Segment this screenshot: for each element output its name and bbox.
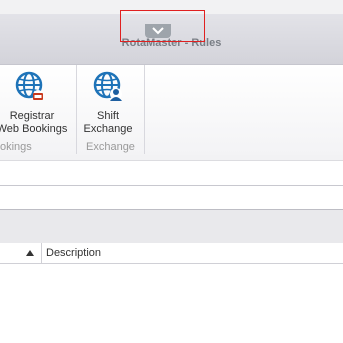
window-title: RotaMaster - Rules (121, 37, 222, 49)
chevron-down-icon (152, 27, 164, 35)
ribbon-collapse-button[interactable] (145, 24, 171, 38)
button-label-line2: Web Bookings (0, 123, 68, 135)
group-panel (0, 209, 343, 244)
ribbon: Registrar Web Bookings okings Shift Exch… (0, 65, 343, 156)
button-label-line2: Exchange (83, 123, 133, 135)
globe-user-icon (15, 71, 43, 100)
shift-exchange-button[interactable]: Shift Exchange (70, 68, 146, 140)
grid-column-header: Description (0, 243, 343, 264)
toolbar-strip (0, 161, 343, 186)
registrar-web-bookings-button[interactable]: Registrar Web Bookings (0, 68, 70, 140)
group-separator (144, 65, 145, 154)
column-separator[interactable] (41, 243, 42, 263)
top-strip (0, 0, 343, 14)
globe-user-icon (93, 71, 122, 101)
button-label-line1: Shift (96, 110, 119, 122)
group-label-bookings: okings (0, 141, 32, 153)
column-header-description[interactable]: Description (46, 247, 101, 259)
group-label-exchange: Exchange (86, 141, 135, 153)
sort-ascending-icon[interactable] (26, 250, 34, 256)
button-label-line1: Registrar (9, 110, 55, 122)
title-bar: RotaMaster - Rules (0, 14, 343, 65)
content-gap (0, 186, 343, 208)
